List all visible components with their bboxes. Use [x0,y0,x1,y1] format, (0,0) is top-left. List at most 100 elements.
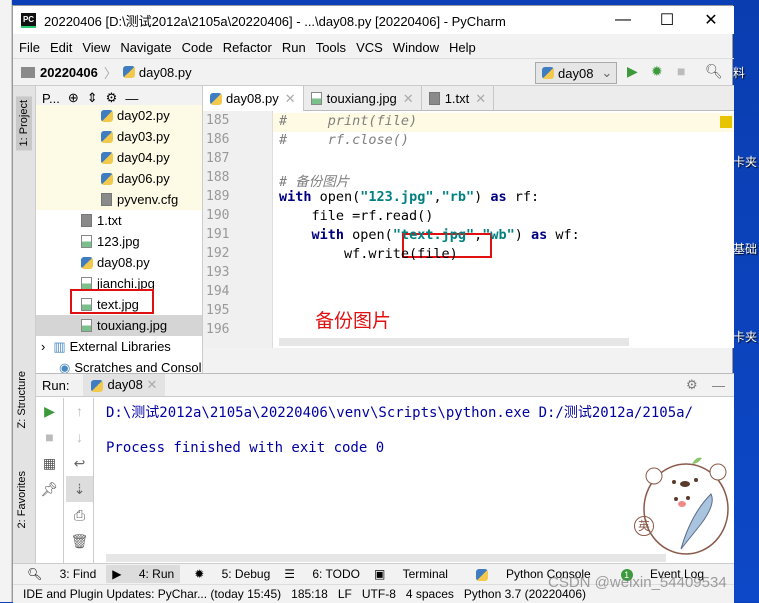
down-arrow-icon[interactable]: ↓ [66,424,93,450]
close-button[interactable]: ✕ [689,6,733,34]
collapse-icon[interactable]: ⇕ [87,90,98,106]
breadcrumb-file[interactable]: day08.py [139,65,192,80]
indent[interactable]: 4 spaces [406,587,454,601]
line-separator[interactable]: LF [338,587,352,601]
menu-run[interactable]: Run [282,40,306,55]
caret-position[interactable]: 185:18 [291,587,328,601]
up-arrow-icon[interactable]: ↑ [66,398,93,424]
menu-view[interactable]: View [82,40,110,55]
tab-project[interactable]: 1: Project [16,96,32,151]
tree-item[interactable]: day04.py [36,147,202,168]
code-line[interactable]: wf.write(file) [279,246,458,262]
tool-find[interactable]: 🔍︎ 3: Find [27,567,96,581]
menu-file[interactable]: File [19,40,40,55]
background-window [0,0,12,602]
horizontal-scrollbar[interactable] [279,338,629,346]
inspection-indicator[interactable] [720,116,732,128]
close-tab-icon[interactable]: ✕ [147,377,158,392]
tool-terminal[interactable]: ▣ Terminal [374,567,448,581]
hide-icon[interactable]: — [712,378,725,393]
text-file-icon [101,193,112,206]
run-toolbar-left: ▶ ■ ▦ 📌︎ [36,398,64,564]
trash-icon[interactable]: 🗑︎ [66,528,93,554]
menu-vcs[interactable]: VCS [356,40,383,55]
hide-icon[interactable]: — [125,91,138,106]
horizontal-scrollbar[interactable] [106,554,666,562]
tree-item[interactable]: touxiang.jpg [36,315,202,336]
project-panel: P... ⊕ ⇕ ⚙ — day02.py day03.py day04.py day… [36,86,203,375]
locate-icon[interactable]: ⊕ [68,90,79,106]
tree-item-label: day04.py [117,150,170,165]
tab-1txt[interactable]: 1.txt ✕ [422,86,495,111]
tree-item[interactable]: day08.py [36,252,202,273]
tab-label: day08.py [226,91,279,106]
tool-todo[interactable]: ☰ 6: TODO [284,567,360,581]
tab-structure[interactable]: Z: Structure [16,371,28,428]
code-line[interactable]: # rf.close() [279,132,409,148]
menu-navigate[interactable]: Navigate [120,40,171,55]
scroll-to-end-icon[interactable]: ⇣ [66,476,93,502]
python-file-icon [101,109,113,122]
line-number: 191 [206,227,230,242]
run-tab[interactable]: day08 ✕ [83,374,166,396]
run-panel: Run: day08 ✕ ⚙ — ▶ ■ ▦ 📌︎ ↑ ↓ ↩ ⇣ ⎙ 🗑︎ D… [36,373,734,564]
code-line[interactable]: # print(file) [279,113,417,129]
python-file-icon [81,256,93,269]
close-tab-icon[interactable]: ✕ [403,91,414,107]
highlight-box [70,289,154,314]
desktop-label: 卡夹 [733,155,758,169]
code-line[interactable]: with open("123.jpg","rb") as rf: [279,189,539,205]
line-number: 192 [206,246,230,261]
stop-icon[interactable]: ■ [36,424,63,450]
tree-item[interactable]: day06.py [36,168,202,189]
tool-debug[interactable]: ✹ 5: Debug [194,567,270,581]
tree-item[interactable]: day03.py [36,126,202,147]
chevron-right-icon[interactable]: › [41,339,45,354]
close-tab-icon[interactable]: ✕ [285,91,296,107]
library-icon: ▥ [53,338,66,354]
menu-edit[interactable]: Edit [50,40,72,55]
close-tab-icon[interactable]: ✕ [475,91,486,107]
debug-icon[interactable]: ✹ [651,63,663,80]
soft-wrap-icon[interactable]: ↩ [66,450,93,476]
line-number: 186 [206,132,230,147]
code-line[interactable]: file =rf.read() [279,208,434,224]
menu-code[interactable]: Code [182,40,213,55]
python-file-icon [101,130,113,143]
tree-item[interactable]: › ▥ External Libraries [36,336,202,357]
encoding[interactable]: UTF-8 [362,587,396,601]
gear-icon[interactable]: ⚙ [106,90,118,106]
minimize-button[interactable]: — [601,6,645,34]
run-config-select[interactable]: day08 ⌄ [535,62,617,84]
menu-window[interactable]: Window [393,40,439,55]
tree-item[interactable]: 123.jpg [36,231,202,252]
stop-icon[interactable]: ■ [677,63,685,79]
tab-day08[interactable]: day08.py ✕ [203,86,304,111]
menu-tools[interactable]: Tools [316,40,346,55]
python-icon [542,67,554,79]
project-view-select[interactable]: P... [42,91,60,106]
search-icon[interactable]: 🔍︎ [705,63,723,80]
status-message[interactable]: IDE and Plugin Updates: PyChar... (today… [23,587,281,601]
maximize-button[interactable]: ☐ [645,6,689,34]
tool-run[interactable]: ▶ 4: Run [106,565,181,583]
rerun-icon[interactable]: ▶ [36,398,63,424]
ime-badge[interactable]: 英 [634,516,654,536]
run-icon[interactable]: ▶ [627,63,638,80]
code-line[interactable]: # 备份图片 [279,170,349,190]
layout-icon[interactable]: ▦ [36,450,63,476]
tree-item-label: day02.py [117,108,170,123]
tab-favorites[interactable]: 2: Favorites [16,471,28,528]
menu-help[interactable]: Help [449,40,476,55]
pin-icon[interactable]: 📌︎ [36,476,63,502]
code-line[interactable]: with open("text.jpg","wb") as wf: [279,227,580,243]
tree-item[interactable]: 1.txt [36,210,202,231]
line-number: 195 [206,303,230,318]
menu-refactor[interactable]: Refactor [223,40,272,55]
tab-touxiang[interactable]: touxiang.jpg ✕ [304,86,422,111]
tree-item[interactable]: pyvenv.cfg [36,189,202,210]
print-icon[interactable]: ⎙ [66,502,93,528]
tree-item[interactable]: day02.py [36,105,202,126]
breadcrumb-project[interactable]: 20220406 [40,65,98,80]
gear-icon[interactable]: ⚙ [686,377,698,393]
